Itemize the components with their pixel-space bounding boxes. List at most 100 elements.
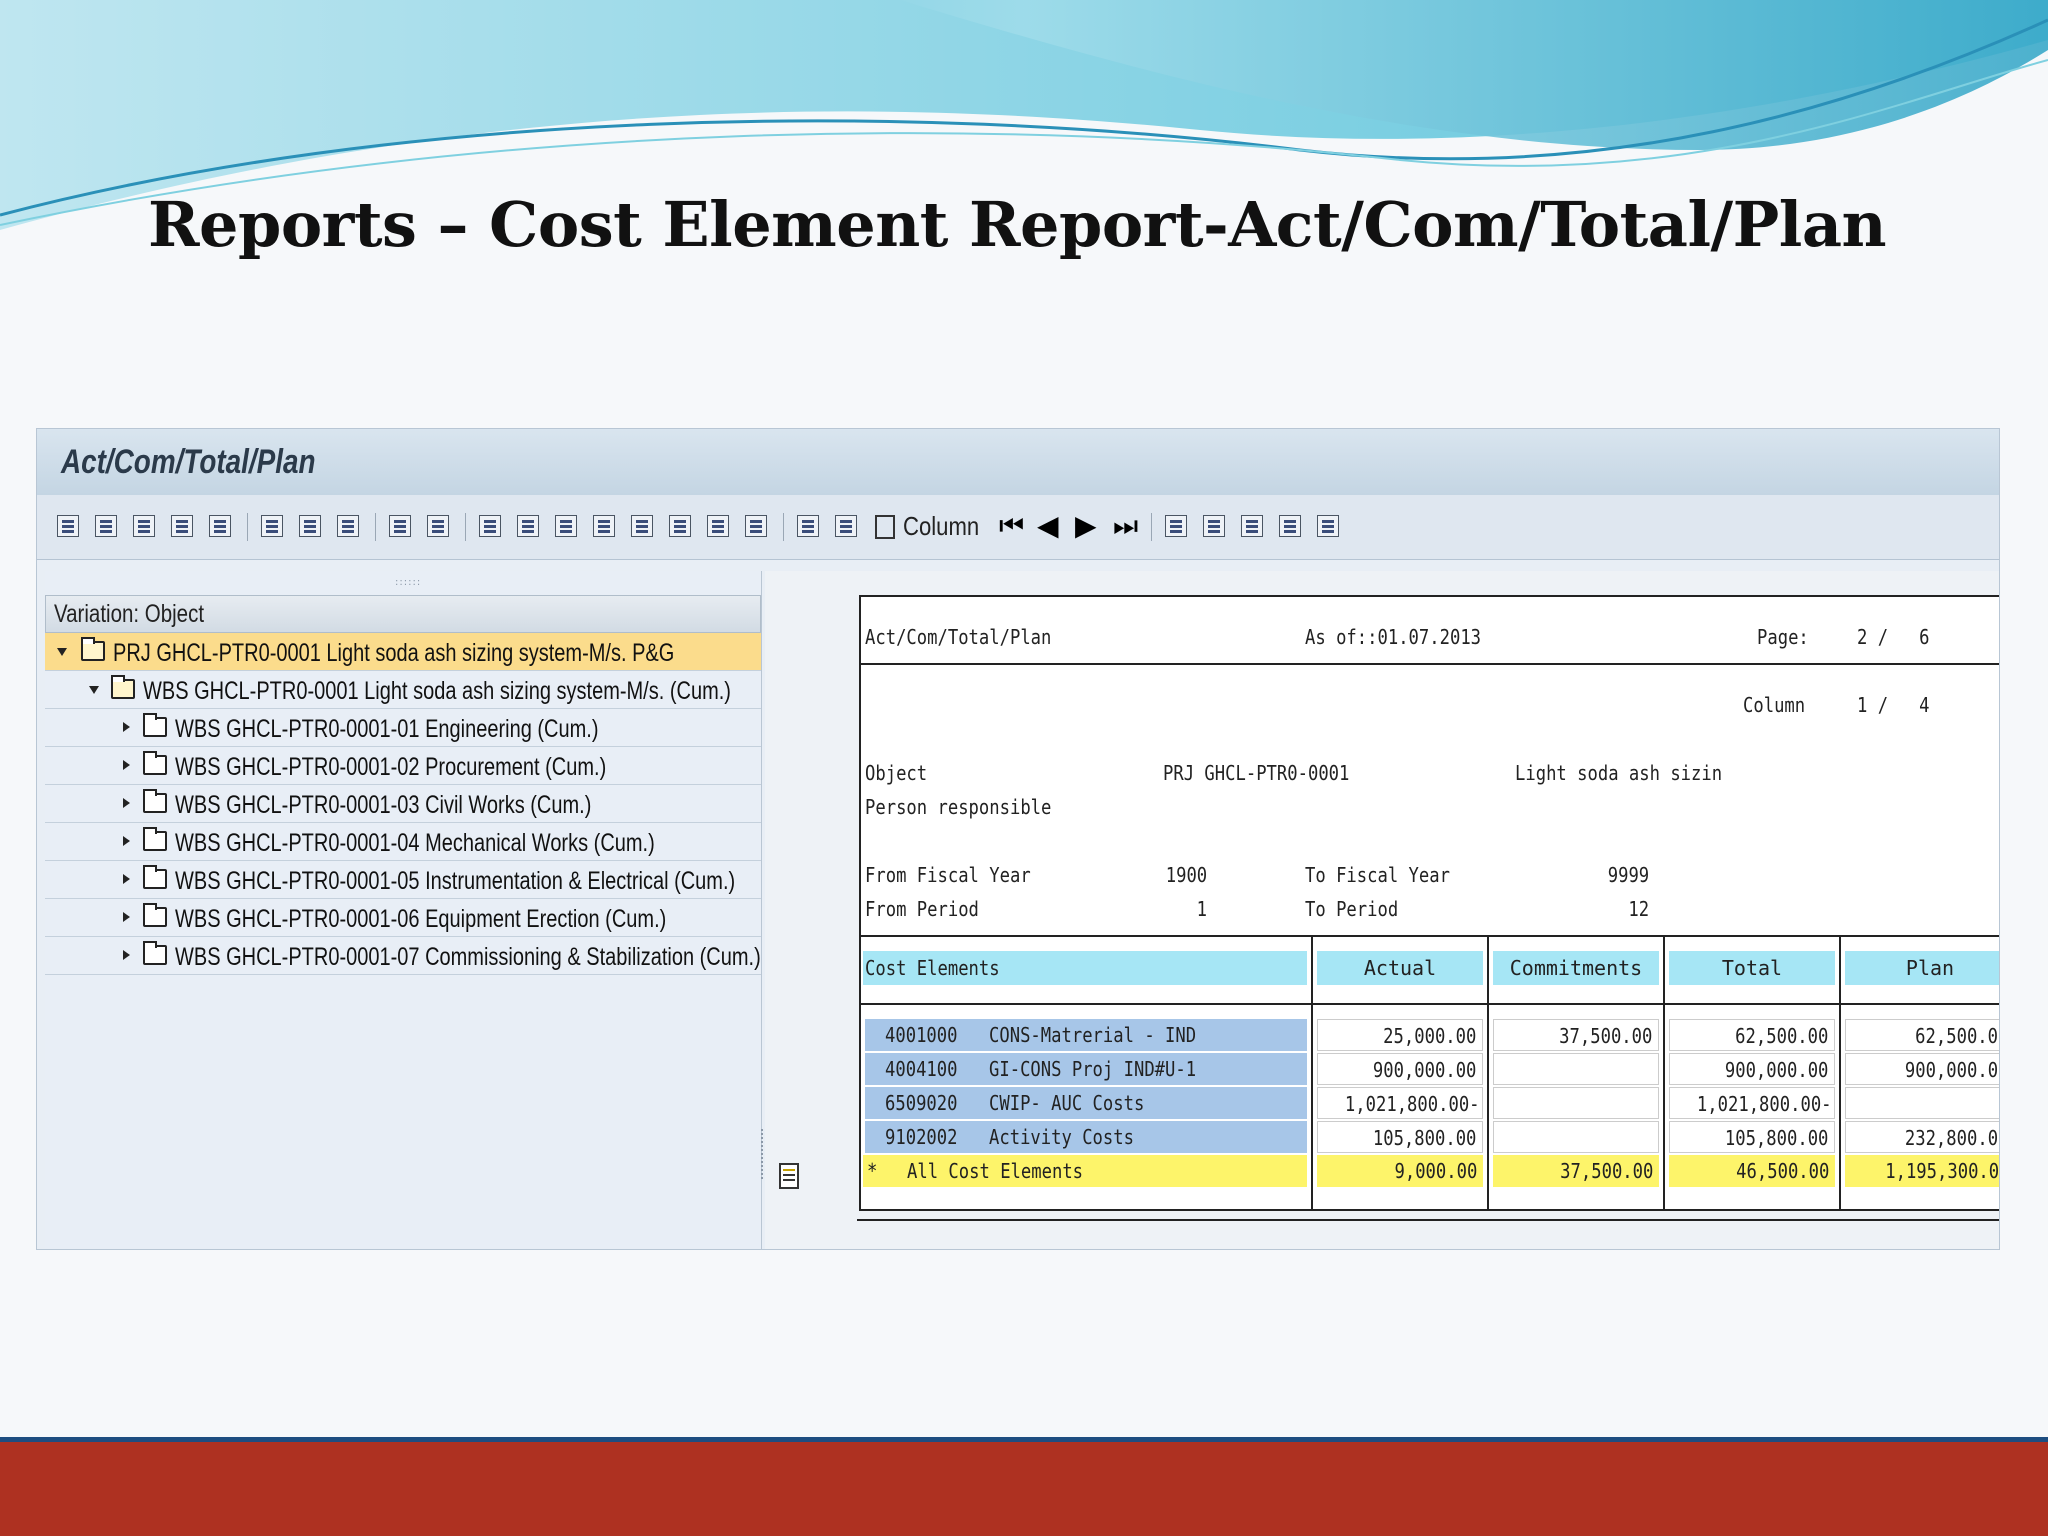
folder-open-icon xyxy=(81,637,105,661)
filter-settings-icon[interactable] xyxy=(337,515,359,537)
tree-item-wbs-06[interactable]: WBS GHCL-PTR0-0001-06 Equipment Erection… xyxy=(45,899,761,937)
total-value: 1,021,800.00- xyxy=(1697,1092,1832,1116)
cost-element-desc: GI-CONS Proj IND#U-1 xyxy=(989,1057,1197,1081)
cost-element-code: 4004100 xyxy=(885,1057,958,1081)
total-value: 62,500.00 xyxy=(1734,1024,1828,1048)
collapse-icon[interactable] xyxy=(593,515,615,537)
hierarchy-icon[interactable] xyxy=(57,515,79,537)
tree-item-project[interactable]: PRJ GHCL-PTR0-0001 Light soda ash sizing… xyxy=(45,633,761,671)
actual-value: 1,021,800.00- xyxy=(1345,1092,1480,1116)
sort-descending-icon[interactable] xyxy=(479,515,501,537)
table-icon[interactable] xyxy=(171,515,193,537)
total-value: 105,800.00 xyxy=(1724,1126,1828,1150)
structure-icon[interactable] xyxy=(133,515,155,537)
tree-item-label: WBS GHCL-PTR0-0001-07 Commissioning & St… xyxy=(175,943,761,971)
total-plan-value: 1,195,300.00 xyxy=(1884,1159,2000,1183)
prev-page-icon[interactable]: ◀ xyxy=(1037,511,1059,541)
to-period-value: 12 xyxy=(1628,897,1649,921)
report-title: Act/Com/Total/Plan xyxy=(865,625,1052,649)
tree-item-wbs-05[interactable]: WBS GHCL-PTR0-0001-05 Instrumentation & … xyxy=(45,861,761,899)
person-responsible-label: Person responsible xyxy=(865,795,1052,819)
collapse-arrow-icon[interactable] xyxy=(123,874,130,884)
sap-report-window: Act/Com/Total/Plan Column ⏮ ◀ ▶ ⏭::::::… xyxy=(36,428,2000,1250)
column-button[interactable]: Column xyxy=(903,511,979,542)
slide: Reports – Cost Element Report-Act/Com/To… xyxy=(0,0,2048,1536)
collapse-arrow-icon[interactable] xyxy=(123,950,130,960)
total-total-value: 46,500.00 xyxy=(1735,1159,1829,1183)
collapse-arrow-icon[interactable] xyxy=(123,760,130,770)
plan-value: 900,000.00 xyxy=(1904,1058,2000,1082)
tree-icon[interactable] xyxy=(1203,515,1225,537)
export-icon[interactable] xyxy=(261,515,283,537)
column-number: 1 / 4 xyxy=(1857,693,1930,717)
subtree-icon[interactable] xyxy=(1241,515,1263,537)
tree-item-label: WBS GHCL-PTR0-0001-04 Mechanical Works (… xyxy=(175,829,655,857)
print-icon[interactable] xyxy=(631,515,653,537)
tree-item-wbs-04[interactable]: WBS GHCL-PTR0-0001-04 Mechanical Works (… xyxy=(45,823,761,861)
tree-item-wbs-root[interactable]: WBS GHCL-PTR0-0001 Light soda ash sizing… xyxy=(45,671,761,709)
col-header-commitments[interactable]: Commitments xyxy=(1493,951,1659,985)
prev-doc-icon[interactable] xyxy=(797,515,819,537)
collapse-arrow-icon[interactable] xyxy=(123,722,130,732)
col-header-total[interactable]: Total xyxy=(1669,951,1835,985)
object-label: Object xyxy=(865,761,928,785)
tree-item-label: WBS GHCL-PTR0-0001-05 Instrumentation & … xyxy=(175,867,736,895)
window-title: Act/Com/Total/Plan xyxy=(61,443,316,481)
globe-icon[interactable] xyxy=(95,515,117,537)
tree-expand-icon[interactable] xyxy=(1279,515,1301,537)
window-titlebar: Act/Com/Total/Plan xyxy=(37,429,1999,496)
folder-open-icon xyxy=(111,675,135,699)
actual-value: 25,000.00 xyxy=(1382,1024,1476,1048)
cost-element-desc: Activity Costs xyxy=(989,1125,1134,1149)
next-page-icon[interactable]: ▶ xyxy=(1075,511,1097,541)
tree-collapse-icon[interactable] xyxy=(1317,515,1339,537)
tree-item-label: WBS GHCL-PTR0-0001-01 Engineering (Cum.) xyxy=(175,715,599,743)
funnel-icon[interactable] xyxy=(745,515,767,537)
report-settings-icon[interactable] xyxy=(779,1163,799,1189)
collapse-arrow-icon[interactable] xyxy=(123,798,130,808)
expand-icon[interactable] xyxy=(555,515,577,537)
tree-item-wbs-07[interactable]: WBS GHCL-PTR0-0001-07 Commissioning & St… xyxy=(45,937,761,975)
cost-element-desc: CWIP- AUC Costs xyxy=(989,1091,1145,1115)
col-header-cost-elements[interactable]: Cost Elements xyxy=(863,951,1307,985)
from-fiscal-year-value: 1900 xyxy=(1165,863,1207,887)
info-icon[interactable] xyxy=(209,515,231,537)
col-header-plan[interactable]: Plan xyxy=(1845,951,1999,985)
collapse-arrow-icon[interactable] xyxy=(123,836,130,846)
object-description: Light soda ash sizin xyxy=(1515,761,1723,785)
collapse-arrow-icon[interactable] xyxy=(123,912,130,922)
filter-icon[interactable] xyxy=(669,515,691,537)
layout-icon[interactable] xyxy=(427,515,449,537)
expand-arrow-icon[interactable] xyxy=(57,648,67,656)
column-icon[interactable] xyxy=(875,515,895,539)
total-actual-value: 9,000.00 xyxy=(1394,1159,1477,1183)
tree-item-wbs-01[interactable]: WBS GHCL-PTR0-0001-01 Engineering (Cum.) xyxy=(45,709,761,747)
summary-icon[interactable] xyxy=(707,515,729,537)
tree-header: Variation: Object xyxy=(45,595,761,633)
total-marker: * xyxy=(867,1159,878,1183)
splitter-grip[interactable]: :::::: xyxy=(395,577,425,588)
sort-ascending-icon[interactable] xyxy=(517,515,539,537)
application-toolbar: Column ⏮ ◀ ▶ ⏭ xyxy=(37,495,1999,560)
tree-item-wbs-03[interactable]: WBS GHCL-PTR0-0001-03 Civil Works (Cum.) xyxy=(45,785,761,823)
actual-value: 105,800.00 xyxy=(1372,1126,1476,1150)
copy-icon[interactable] xyxy=(1165,515,1187,537)
object-value: PRJ GHCL-PTR0-0001 xyxy=(1163,761,1350,785)
cost-element-code: 6509020 xyxy=(885,1091,958,1115)
graphic-icon[interactable] xyxy=(299,515,321,537)
tree-item-wbs-02[interactable]: WBS GHCL-PTR0-0001-02 Procurement (Cum.) xyxy=(45,747,761,785)
column-label: Column xyxy=(1743,693,1806,717)
total-value: 900,000.00 xyxy=(1724,1058,1828,1082)
last-page-icon[interactable]: ⏭ xyxy=(1113,511,1138,541)
tree-item-label: WBS GHCL-PTR0-0001-03 Civil Works (Cum.) xyxy=(175,791,592,819)
object-tree-panel: :::::: Variation: Object PRJ GHCL-PTR0-0… xyxy=(45,571,762,1249)
footer-bar xyxy=(0,1437,2048,1536)
to-fiscal-year-value: 9999 xyxy=(1607,863,1649,887)
first-page-icon[interactable]: ⏮ xyxy=(999,511,1024,541)
expand-arrow-icon[interactable] xyxy=(89,686,99,694)
plan-value: 232,800.00 xyxy=(1904,1126,2000,1150)
select-icon[interactable] xyxy=(389,515,411,537)
folder-icon xyxy=(143,865,167,889)
next-doc-icon[interactable] xyxy=(835,515,857,537)
col-header-actual[interactable]: Actual xyxy=(1317,951,1483,985)
